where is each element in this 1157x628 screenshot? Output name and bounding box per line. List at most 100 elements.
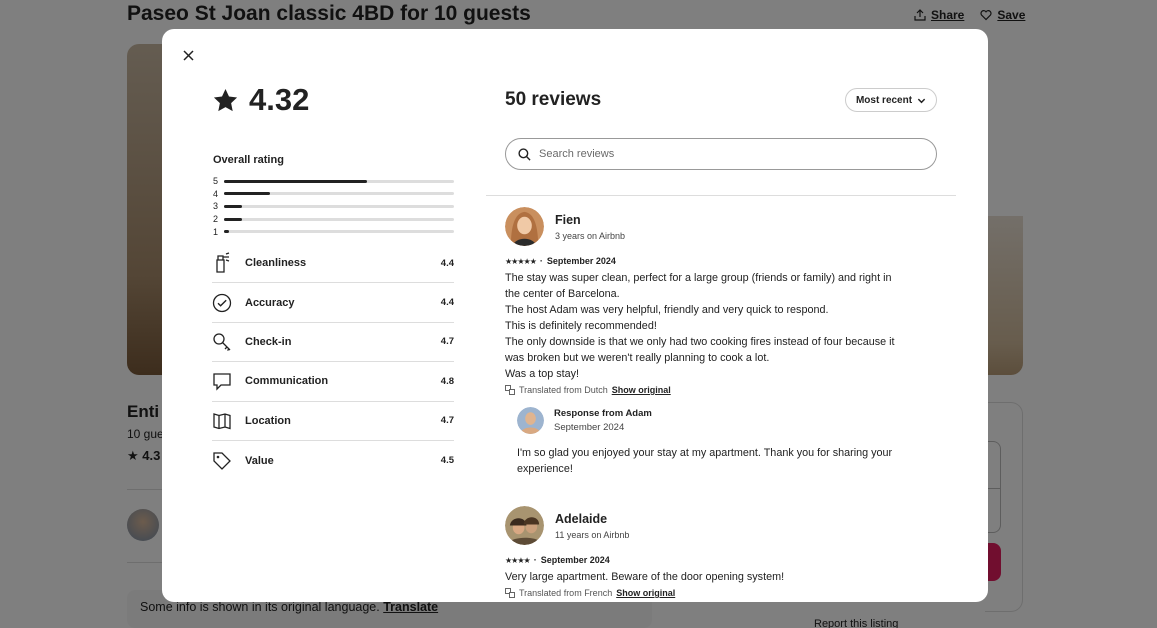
chat-bubble-icon	[212, 371, 245, 391]
separator-dot: ·	[539, 256, 543, 266]
reviews-modal: 4.32 Overall rating 54 3 21 Cleanliness 4.4…	[162, 29, 988, 602]
rating-distribution: 54 3 21	[213, 175, 454, 238]
overall-score: 4.32	[212, 82, 309, 118]
distribution-fill	[224, 230, 229, 234]
reviewer-tenure: 3 years on Airbnb	[555, 230, 626, 241]
review-line: Very large apartment. Beware of the door…	[505, 571, 785, 583]
key-icon	[212, 332, 245, 352]
distribution-fill	[224, 217, 243, 221]
category-name: Cleanliness	[245, 257, 307, 270]
distribution-row-1: 1	[213, 225, 454, 238]
distribution-row-5: 5	[213, 175, 454, 188]
distribution-fill	[224, 179, 367, 183]
category-value: 4.4	[440, 257, 454, 269]
category-communication: Communication 4.8	[212, 362, 454, 402]
star-icon	[213, 88, 238, 111]
response-title: Response from Adam	[554, 408, 652, 419]
distribution-track	[224, 230, 454, 234]
category-name: Check-in	[245, 335, 292, 348]
close-button[interactable]	[178, 45, 198, 65]
tag-icon	[212, 451, 245, 471]
reviewer-tenure: 11 years on Airbnb	[555, 529, 630, 540]
close-icon	[182, 49, 194, 61]
distribution-star-label: 1	[213, 226, 219, 237]
category-value: 4.4	[440, 297, 454, 309]
distribution-track	[224, 204, 454, 208]
category-name: Location	[245, 414, 291, 427]
show-original-link[interactable]: Show original	[612, 385, 671, 395]
category-name: Communication	[245, 375, 329, 388]
category-accuracy: Accuracy 4.4	[212, 283, 454, 323]
category-value: 4.7	[440, 415, 454, 427]
check-circle-icon	[212, 293, 245, 313]
category-location: Location 4.7	[212, 402, 454, 441]
review-text: Very large apartment. Beware of the door…	[505, 569, 935, 585]
host-avatar[interactable]	[517, 407, 544, 434]
search-reviews-field[interactable]	[505, 138, 937, 170]
category-cleanliness: Cleanliness 4.4	[212, 244, 454, 284]
distribution-track	[224, 179, 454, 183]
category-check-in: Check-in 4.7	[212, 323, 454, 363]
review-text: The stay was super clean, perfect for a …	[505, 270, 935, 382]
category-value: Value 4.5	[212, 441, 454, 480]
overall-score-value: 4.32	[249, 82, 310, 117]
review-line: The stay was super clean, perfect for a …	[505, 272, 892, 284]
review-line: the center of Barcelona.	[505, 288, 620, 300]
translation-note: Translated from French Show original	[505, 588, 935, 598]
distribution-fill	[224, 192, 270, 196]
divider	[486, 195, 956, 196]
category-ratings: Cleanliness 4.4 Accuracy 4.4 Check-in 4.7 Comm…	[212, 244, 454, 480]
review-date: September 2024	[540, 555, 610, 565]
chevron-down-icon	[917, 98, 926, 103]
map-icon	[212, 411, 245, 431]
reviews-count-title: 50 reviews	[505, 89, 602, 110]
distribution-star-label: 5	[213, 176, 219, 187]
review-item: Adelaide 11 years on Airbnb ★★★★ · Septe…	[505, 506, 935, 598]
response-text: I'm so glad you enjoyed your stay at my …	[517, 445, 935, 477]
search-reviews-input[interactable]	[539, 148, 919, 160]
distribution-row-2: 2	[213, 213, 454, 226]
response-line: experience!	[517, 463, 573, 475]
reviewer-name: Fien	[555, 212, 581, 227]
review-line: The only downside is that we only had tw…	[505, 336, 895, 348]
sort-label: Most recent	[855, 94, 913, 106]
category-name: Value	[245, 454, 274, 467]
distribution-track	[224, 217, 454, 221]
reviewer-name: Adelaide	[555, 511, 608, 526]
distribution-fill	[224, 204, 243, 208]
distribution-row-4: 4	[213, 188, 454, 201]
review-item: Fien 3 years on Airbnb ★★★★★ · September…	[505, 207, 935, 477]
category-value: 4.8	[440, 375, 454, 387]
response-date: September 2024	[554, 422, 625, 433]
show-original-link[interactable]: Show original	[616, 588, 675, 598]
distribution-track	[224, 192, 454, 196]
response-line: I'm so glad you enjoyed your stay at my …	[517, 447, 893, 459]
translation-note: Translated from Dutch Show original	[505, 385, 935, 395]
reviewer-avatar[interactable]	[505, 207, 544, 246]
distribution-row-3: 3	[213, 200, 454, 213]
review-stars: ★★★★	[505, 555, 531, 565]
translated-from: Translated from French	[519, 588, 613, 598]
review-line: This is definitely recommended!	[505, 320, 657, 332]
category-value: 4.5	[440, 455, 454, 467]
review-date: September 2024	[546, 256, 616, 266]
distribution-star-label: 4	[213, 188, 219, 199]
review-line: The host Adam was very helpful, friendly…	[505, 304, 829, 316]
overall-rating-label: Overall rating	[213, 154, 284, 166]
separator-dot: ·	[533, 555, 537, 565]
review-line: Was a top stay!	[505, 368, 580, 380]
review-line: was broken but we weren't really plannin…	[505, 352, 770, 364]
spray-bottle-icon	[212, 252, 245, 274]
distribution-star-label: 3	[213, 201, 219, 212]
translate-icon	[505, 588, 515, 598]
search-icon	[518, 147, 531, 161]
translated-from: Translated from Dutch	[519, 385, 608, 395]
translate-icon	[505, 385, 515, 395]
host-response: Response from Adam September 2024 I'm so…	[517, 407, 935, 477]
review-stars: ★★★★★	[505, 256, 537, 266]
distribution-star-label: 2	[213, 214, 219, 225]
reviewer-avatar[interactable]	[505, 506, 544, 545]
category-value: 4.7	[440, 336, 454, 348]
category-name: Accuracy	[245, 296, 295, 309]
sort-dropdown[interactable]: Most recent	[845, 88, 937, 112]
